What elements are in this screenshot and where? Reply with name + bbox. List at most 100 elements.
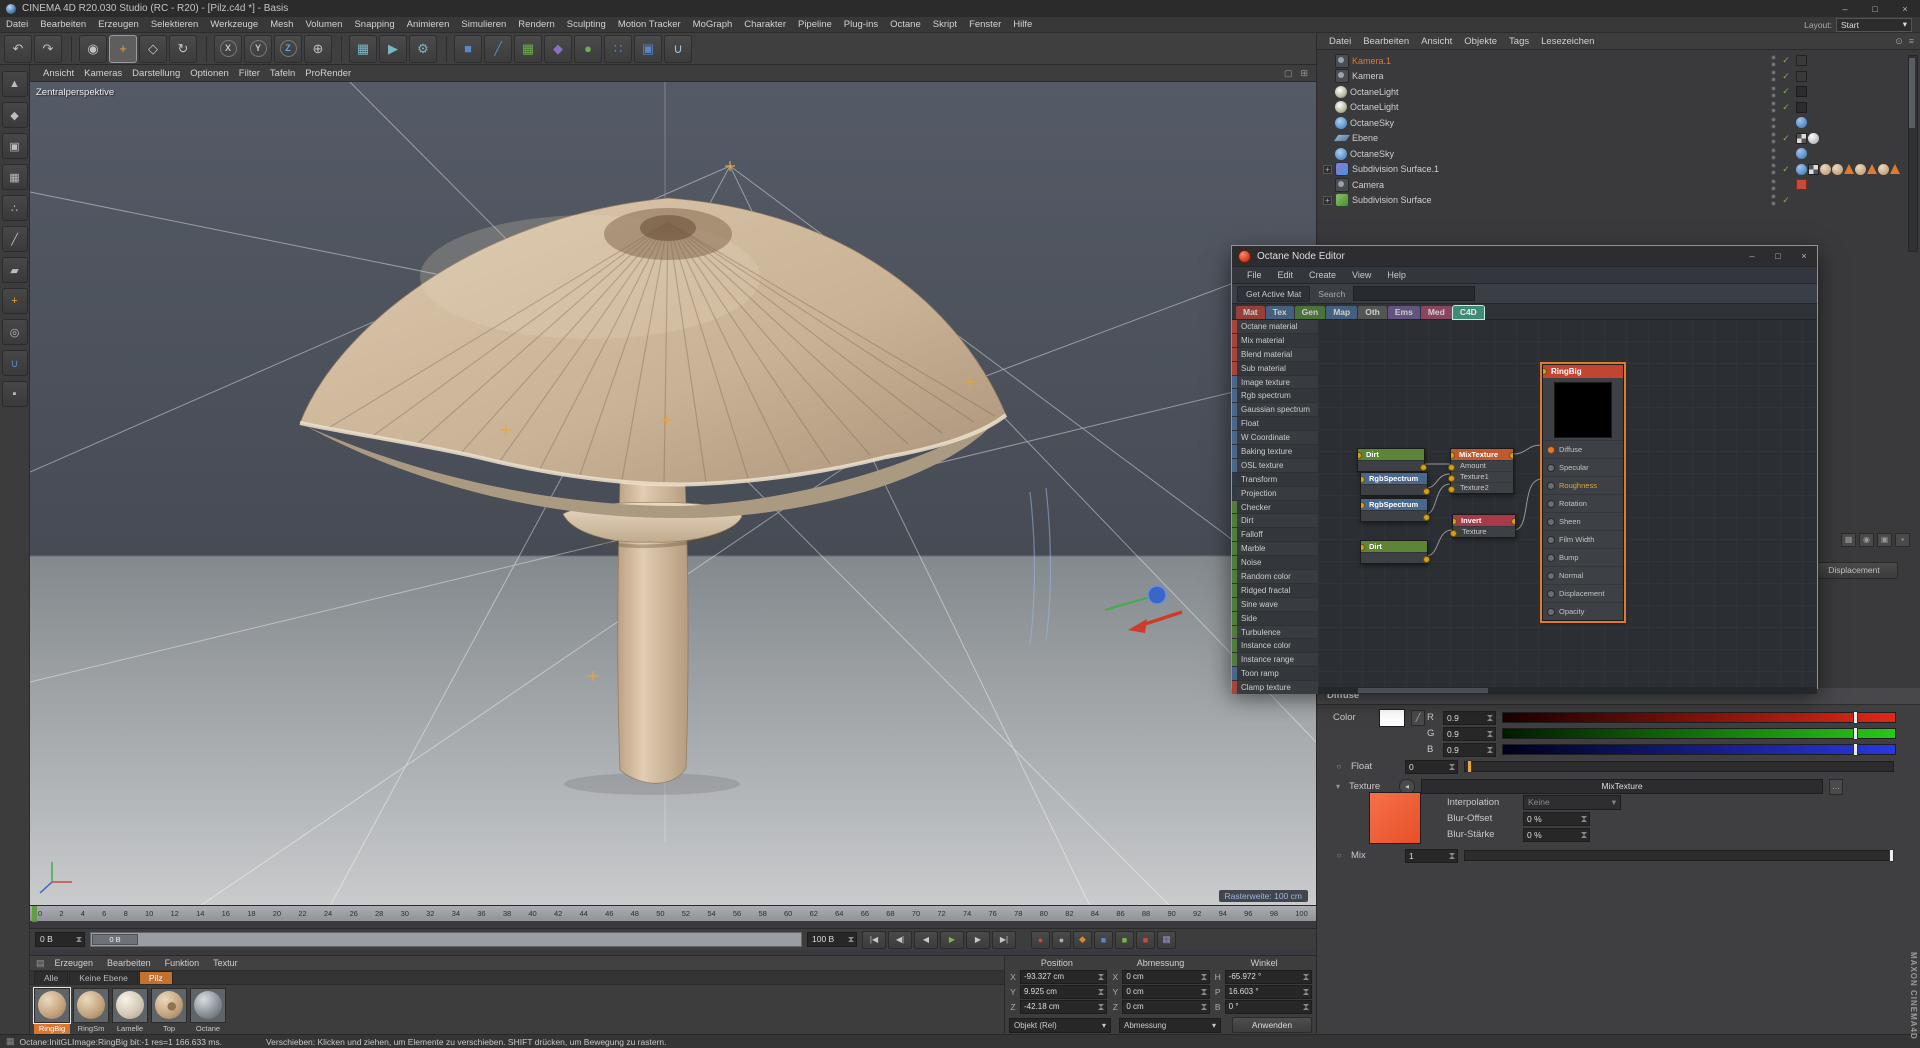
tag-blue-icon[interactable] (1796, 163, 1807, 175)
menu-volumen[interactable]: Volumen (299, 19, 348, 30)
node-type-dirt[interactable]: Dirt (1232, 514, 1318, 529)
node-type-mix-material[interactable]: Mix material (1232, 333, 1318, 348)
edges-mode-button[interactable]: ╱ (1, 226, 28, 252)
add-deformer-button[interactable]: ◆ (544, 34, 572, 63)
input-pin[interactable] (1547, 589, 1555, 598)
rotation-h-field[interactable]: -65.972 ° (1224, 969, 1312, 984)
om-scrollbar[interactable] (1908, 55, 1918, 252)
channel-b-field[interactable]: 0.9 (1443, 742, 1496, 757)
minimize-button[interactable]: – (1830, 4, 1860, 14)
texture-browse-button[interactable]: … (1829, 778, 1843, 795)
position-y-field[interactable]: 9.925 cm (1020, 984, 1108, 999)
input-pin[interactable] (1547, 481, 1555, 490)
expand-toggle[interactable]: + (1323, 164, 1332, 174)
tag-white-icon[interactable] (1808, 132, 1819, 144)
viewport-3d-canvas[interactable]: Zentralperspektive Rasterweite: 100 cm (30, 82, 1316, 906)
viewport-maximize-icon[interactable]: ⊞ (1300, 68, 1308, 79)
node-type-osl-texture[interactable]: OSL texture (1232, 458, 1318, 473)
next-frame-button[interactable]: ▶ (966, 930, 990, 949)
input-pin[interactable] (1547, 499, 1555, 508)
object-row-subdivision-surface-1[interactable]: + Subdivision Surface.1 ✓ (1317, 162, 1920, 178)
menu-simulieren[interactable]: Simulieren (455, 19, 512, 30)
float-field[interactable]: 0 (1405, 759, 1458, 774)
axis-y-button[interactable]: Y (244, 34, 272, 63)
tag-checker-icon[interactable] (1808, 163, 1819, 175)
position-z-field[interactable]: -42.18 cm (1020, 999, 1108, 1014)
material-thumbnail[interactable] (190, 988, 226, 1023)
output-pin[interactable] (1423, 514, 1430, 521)
enable-dots[interactable] (1771, 117, 1778, 129)
tag-dark-icon[interactable] (1796, 86, 1807, 98)
add-cube-button[interactable]: ■ (454, 34, 482, 63)
object-row-octanelight[interactable]: OctaneLight ✓ (1317, 84, 1920, 100)
om-menu-bearbeiten[interactable]: Bearbeiten (1357, 36, 1415, 47)
node-type-falloff[interactable]: Falloff (1232, 528, 1318, 543)
material-menu-textur[interactable]: Textur (207, 958, 244, 968)
prev-frame-button[interactable]: ◀ (914, 930, 938, 949)
viewport-menu-darstellung[interactable]: Darstellung (127, 68, 185, 79)
goto-end-button[interactable]: ▶| (992, 930, 1016, 949)
attr-mode-icon[interactable]: ◉ (1859, 533, 1874, 547)
material-lamelle[interactable]: Lamelle (112, 988, 148, 1034)
mix-slider[interactable] (1464, 849, 1894, 862)
tag-checker-icon[interactable] (1796, 132, 1807, 144)
material-thumbnail[interactable] (33, 987, 71, 1024)
input-pin[interactable] (1453, 518, 1457, 525)
input-pin[interactable] (1361, 544, 1365, 551)
node-type-rgb-spectrum[interactable]: Rgb spectrum (1232, 389, 1318, 404)
close-button[interactable]: × (1890, 4, 1920, 14)
output-pin[interactable] (1509, 452, 1513, 459)
input-pin[interactable] (1448, 464, 1455, 471)
node-tab-map[interactable]: Map (1326, 306, 1358, 319)
visibility-check[interactable]: ✓ (1781, 195, 1791, 206)
tag-film-icon[interactable] (1796, 70, 1807, 82)
key-position-button[interactable]: ■ (1094, 930, 1113, 949)
maximize-button[interactable]: □ (1765, 251, 1791, 261)
node-tab-med[interactable]: Med (1420, 306, 1452, 319)
anim-end-field[interactable]: 100 B (807, 932, 857, 947)
node-type-noise[interactable]: Noise (1232, 556, 1318, 571)
output-pin[interactable] (1423, 556, 1430, 563)
menu-mesh[interactable]: Mesh (264, 19, 299, 30)
position-x-field[interactable]: -93.327 cm (1020, 969, 1108, 984)
node-tab-gen[interactable]: Gen (1294, 306, 1326, 319)
tag-mat-icon[interactable] (1832, 163, 1843, 175)
render-settings-button[interactable]: ⚙ (409, 34, 437, 63)
om-menu-datei[interactable]: Datei (1323, 36, 1357, 47)
key-scale-button[interactable]: ■ (1115, 930, 1134, 949)
node-invert[interactable]: Invert Texture (1450, 514, 1516, 538)
menu-charakter[interactable]: Charakter (738, 19, 792, 30)
input-pin[interactable] (1448, 475, 1455, 482)
layout-select[interactable]: Start ▾ (1836, 17, 1912, 32)
node-rgbspectrum[interactable]: RgbSpectrum (1360, 498, 1430, 522)
tag-mat-icon[interactable] (1878, 163, 1889, 175)
attr-mode-icon[interactable]: ▦ (1841, 533, 1856, 547)
input-pin[interactable] (1547, 535, 1555, 544)
lock-workplane-button[interactable]: ▪ (1, 381, 28, 407)
coordinate-system-button[interactable]: ⊕ (304, 34, 332, 63)
node-mixtexture[interactable]: MixTexture Amount Texture1 Texture2 (1448, 448, 1514, 494)
node-type-sine-wave[interactable]: Sine wave (1232, 597, 1318, 612)
node-type-instance-range[interactable]: Instance range (1232, 653, 1318, 668)
viewport-layout-icon[interactable]: ▢ (1284, 68, 1293, 79)
coords-mode-select[interactable]: Objekt (Rel) ▾ (1009, 1017, 1111, 1033)
anim-dot-icon[interactable]: ○ (1333, 851, 1345, 860)
input-pin[interactable] (1543, 368, 1547, 375)
object-row-octanelight[interactable]: OctaneLight ✓ (1317, 100, 1920, 116)
render-view-button[interactable]: ▦ (349, 34, 377, 63)
tag-dark-icon[interactable] (1796, 101, 1807, 113)
timeline-knob[interactable]: 0 B (92, 934, 138, 945)
redo-button[interactable]: ↷ (34, 34, 62, 63)
enable-dots[interactable] (1771, 163, 1778, 175)
render-to-picture-viewer-button[interactable]: ▶ (379, 34, 407, 63)
prev-key-button[interactable]: ◀| (888, 930, 912, 949)
maximize-button[interactable]: □ (1860, 4, 1890, 14)
input-pin[interactable] (1547, 607, 1555, 616)
viewport-menu-tafeln[interactable]: Tafeln (265, 68, 300, 79)
node-canvas-hscroll[interactable] (1318, 687, 1817, 694)
displacement-tab-button[interactable]: Displacement (1810, 562, 1898, 579)
snapping-button[interactable]: ∪ (664, 34, 692, 63)
menu-hilfe[interactable]: Hilfe (1007, 19, 1038, 30)
object-row-ebene[interactable]: Ebene ✓ (1317, 131, 1920, 147)
float-slider[interactable] (1464, 760, 1894, 773)
